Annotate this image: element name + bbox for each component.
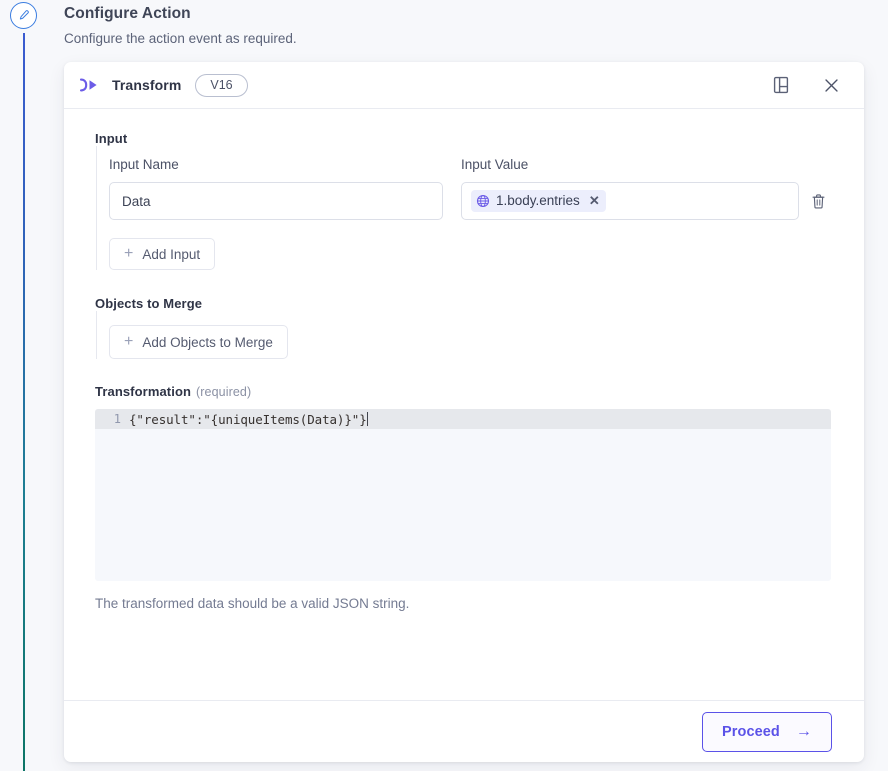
workflow-connector-line [23,33,25,771]
page-title: Configure Action [64,5,191,22]
proceed-label: Proceed [721,723,780,740]
transformation-code-editor[interactable]: 1 {"result":"{uniqueItems(Data)}"} [95,409,831,581]
merge-section-label: Objects to Merge [95,296,203,311]
input-name-column: Input Name Data [109,156,443,220]
card-header: Transform V16 [64,62,864,109]
editor-code-text: {"result":"{uniqueItems(Data)}"} [129,411,368,427]
input-value-label: Input Value [461,157,529,172]
input-value-field[interactable]: 1.body.entries ✕ [461,182,799,220]
edit-pencil-icon [17,9,30,22]
input-name-value: Data [122,193,151,209]
variable-chip[interactable]: 1.body.entries ✕ [471,190,606,212]
plus-icon: + [124,333,134,350]
trash-icon[interactable] [805,182,831,220]
globe-icon [476,194,490,208]
transformation-label-text: Transformation [95,384,192,399]
arrow-right-icon: → [795,722,812,740]
text-caret [366,411,368,426]
add-input-label: Add Input [142,246,201,262]
book-panel-icon[interactable] [766,70,796,100]
editor-active-line: 1 {"result":"{uniqueItems(Data)}"} [95,409,831,429]
proceed-button[interactable]: Proceed → [701,711,832,752]
edit-step-node[interactable] [10,2,37,29]
plus-icon: + [124,245,134,262]
input-row: Input Name Data Input Value 1.body.entri… [109,156,831,220]
variable-chip-label: 1.body.entries [496,193,580,208]
input-name-field[interactable]: Data [109,182,443,220]
transformation-helper-text: The transformed data should be a valid J… [95,596,410,611]
add-input-button[interactable]: + Add Input [109,238,216,270]
input-name-label: Input Name [109,157,179,172]
input-section-label: Input [95,131,128,146]
configure-action-card: Transform V16 Input Input Name Data Inpu… [64,62,864,762]
workflow-rail [0,0,48,771]
transformation-editor-wrap: 1 {"result":"{uniqueItems(Data)}"} The t… [95,409,831,611]
close-icon[interactable] [816,70,846,100]
card-title: Transform [112,77,182,93]
merge-section-content: + Add Objects to Merge [96,311,831,359]
add-objects-to-merge-label: Add Objects to Merge [142,334,273,350]
page-subtitle: Configure the action event as required. [64,31,297,46]
editor-line-number: 1 [113,412,121,426]
transform-icon [79,76,101,94]
input-value-column: Input Value 1.body.entries ✕ [461,156,831,220]
chip-remove-icon[interactable]: ✕ [589,194,600,207]
input-section-content: Input Name Data Input Value 1.body.entri… [96,146,831,270]
version-badge: V16 [195,73,248,97]
page-heading: Configure Action Configure the action ev… [64,0,864,49]
add-objects-to-merge-button[interactable]: + Add Objects to Merge [109,325,288,359]
card-footer: Proceed → [64,700,864,762]
transformation-required-hint: (required) [196,385,252,399]
transformation-label: Transformation (required) [95,384,831,399]
card-body: Input Input Name Data Input Value 1.body… [64,109,864,700]
